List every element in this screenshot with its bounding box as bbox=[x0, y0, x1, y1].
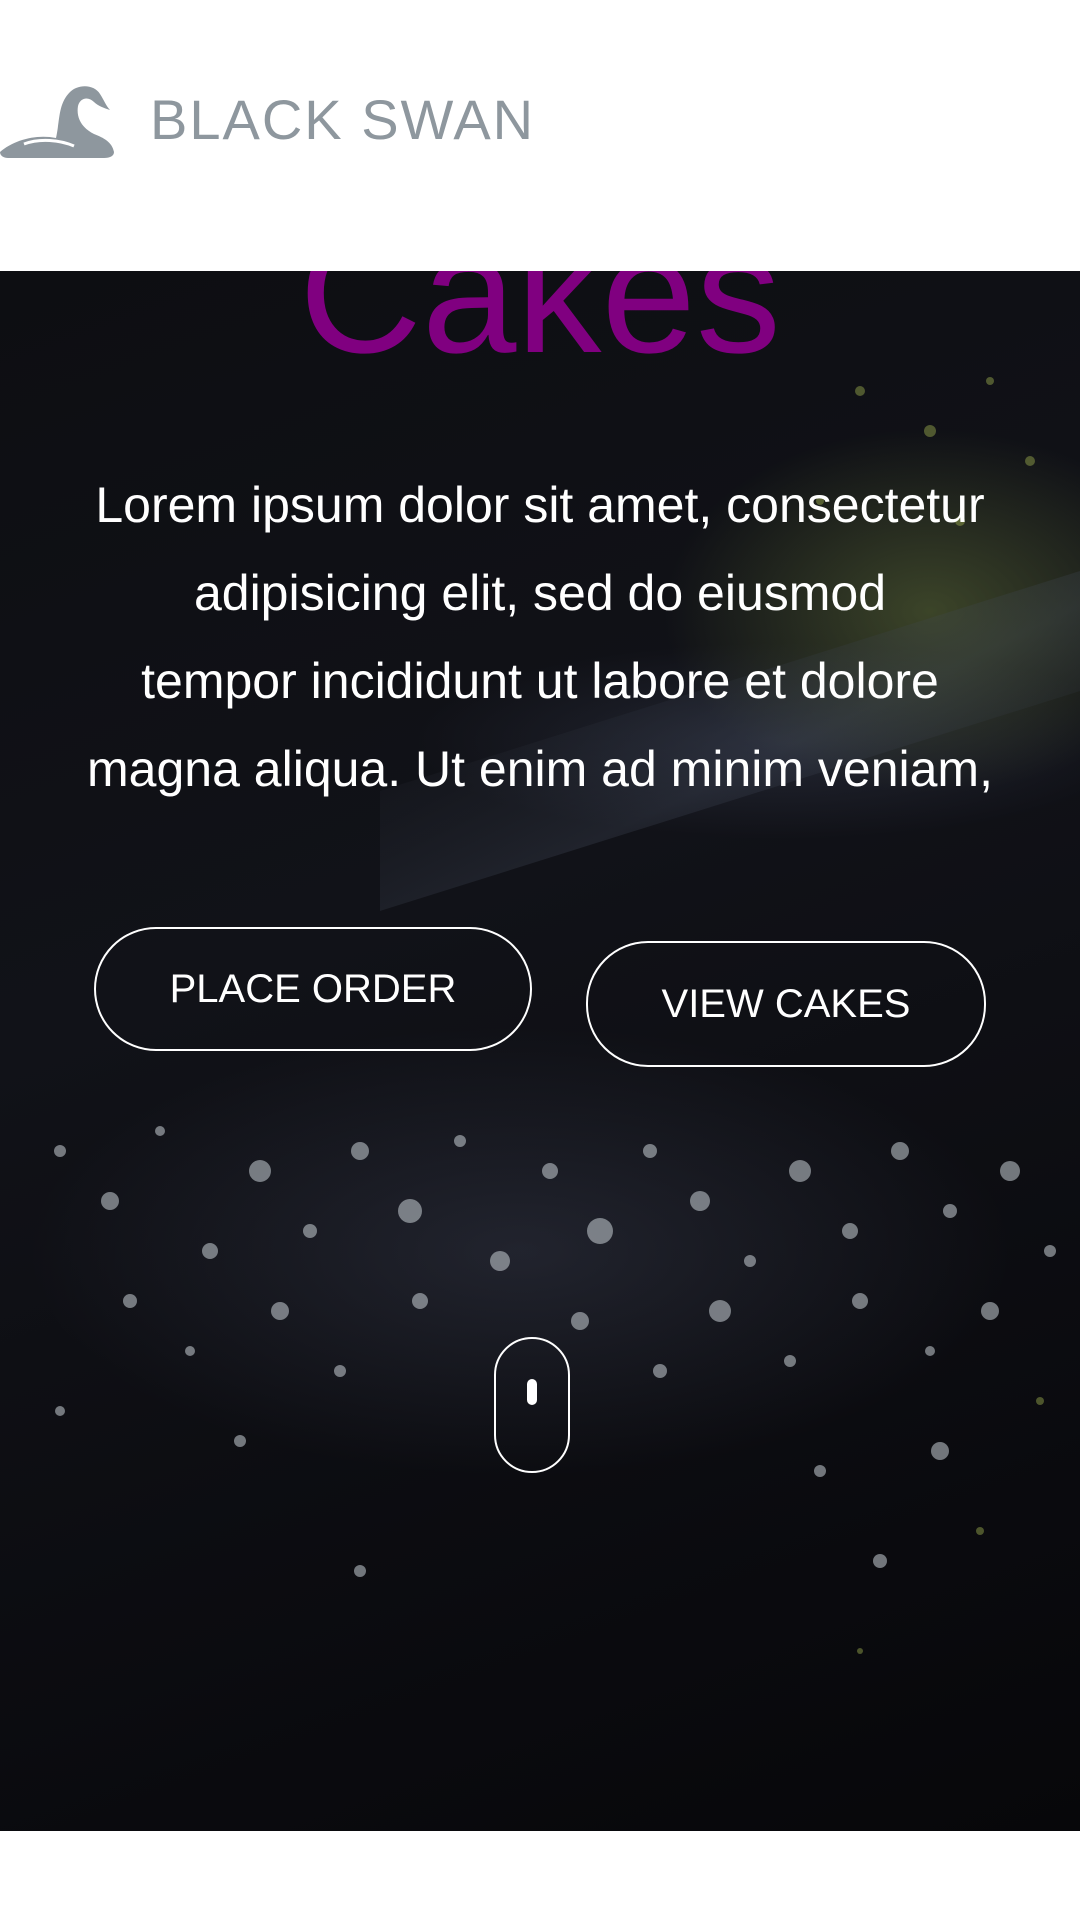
page-footer-area bbox=[0, 1831, 1080, 1920]
swan-icon bbox=[0, 80, 118, 160]
page: BLACK SWAN Cakes Lorem ipsum dolor sit a… bbox=[0, 0, 1080, 1920]
hero-description-line: magna aliqua. Ut enim ad minim veniam, bbox=[87, 741, 993, 797]
hero-description: Lorem ipsum dolor sit amet, consectetur … bbox=[40, 461, 1040, 813]
site-header: BLACK SWAN bbox=[0, 0, 1080, 271]
hero-section: Cakes Lorem ipsum dolor sit amet, consec… bbox=[0, 271, 1080, 1831]
hero-description-line: Lorem ipsum dolor sit amet, consectetur bbox=[95, 477, 985, 533]
brand-name: BLACK SWAN bbox=[150, 88, 536, 151]
place-order-button[interactable]: PLACE ORDER bbox=[94, 927, 532, 1051]
mouse-scroll-icon[interactable] bbox=[494, 1337, 570, 1473]
hero-description-line: tempor incididunt ut labore et dolore bbox=[141, 653, 939, 709]
view-cakes-button[interactable]: VIEW CAKES bbox=[586, 941, 986, 1067]
hero-heading: Cakes bbox=[299, 271, 781, 389]
hero-description-line: adipisicing elit, sed do eiusmod bbox=[193, 565, 887, 621]
scroll-wheel-icon bbox=[527, 1379, 537, 1405]
brand-logo[interactable]: BLACK SWAN bbox=[0, 78, 535, 162]
